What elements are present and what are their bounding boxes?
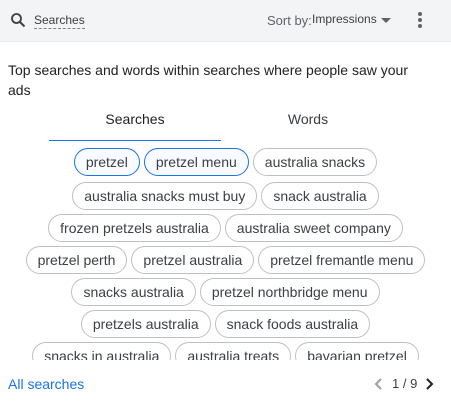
search-chip[interactable]: frozen pretzels australia (48, 214, 221, 242)
chip-row: frozen pretzels australia australia swee… (0, 214, 451, 242)
card-title[interactable]: Searches (34, 13, 85, 29)
chip-row: pretzels australia snack foods australia (0, 310, 451, 338)
header-bar: Searches Sort by: Impressions (0, 0, 451, 42)
search-chips-list: pretzel pretzel menu australia snacks au… (0, 148, 451, 360)
chip-row: pretzel perth pretzel australia pretzel … (0, 246, 451, 274)
search-chip[interactable]: australia sweet company (224, 214, 403, 242)
active-tab-indicator (49, 140, 221, 141)
arrow-drop-down-icon[interactable] (381, 18, 391, 23)
chip-row: snacks australia pretzel northbridge men… (0, 278, 451, 306)
search-chip[interactable]: pretzel menu (143, 148, 249, 176)
chevron-left-icon[interactable] (374, 378, 384, 390)
sort-select[interactable]: Impressions (312, 12, 377, 26)
search-icon[interactable] (10, 12, 26, 28)
all-searches-link[interactable]: All searches (8, 376, 84, 392)
tab-words[interactable]: Words (222, 111, 394, 127)
search-chip[interactable]: snacks australia (71, 278, 196, 306)
chip-row: snacks in australia australia treats bav… (0, 342, 451, 360)
chip-row: australia snacks must buy snack australi… (0, 182, 451, 210)
search-chip[interactable]: snack australia (261, 182, 379, 210)
search-chip[interactable]: pretzel australia (131, 246, 255, 274)
search-chip[interactable]: snack foods australia (214, 310, 371, 338)
search-chip[interactable]: australia snacks must buy (72, 182, 258, 210)
more-vert-icon[interactable] (415, 11, 425, 31)
sort-label: Sort by: (267, 13, 312, 28)
tab-searches[interactable]: Searches (49, 111, 221, 127)
search-chip[interactable]: pretzel (73, 148, 140, 176)
chip-row: pretzel pretzel menu australia snacks (0, 148, 451, 176)
search-chip[interactable]: pretzel northbridge menu (199, 278, 380, 306)
search-chip[interactable]: australia snacks (252, 148, 378, 176)
pagination: 1 / 9 (374, 374, 438, 394)
chevron-right-icon[interactable] (424, 378, 434, 390)
search-chip[interactable]: pretzel fremantle menu (258, 246, 426, 274)
search-chip[interactable]: pretzels australia (80, 310, 211, 338)
search-chip[interactable]: bavarian pretzel (295, 342, 419, 360)
page-indicator: 1 / 9 (392, 376, 418, 391)
description-text: Top searches and words within searches w… (8, 62, 408, 98)
search-chip[interactable]: pretzel perth (25, 246, 128, 274)
search-chip[interactable]: snacks in australia (32, 342, 172, 360)
search-chip[interactable]: australia treats (175, 342, 292, 360)
